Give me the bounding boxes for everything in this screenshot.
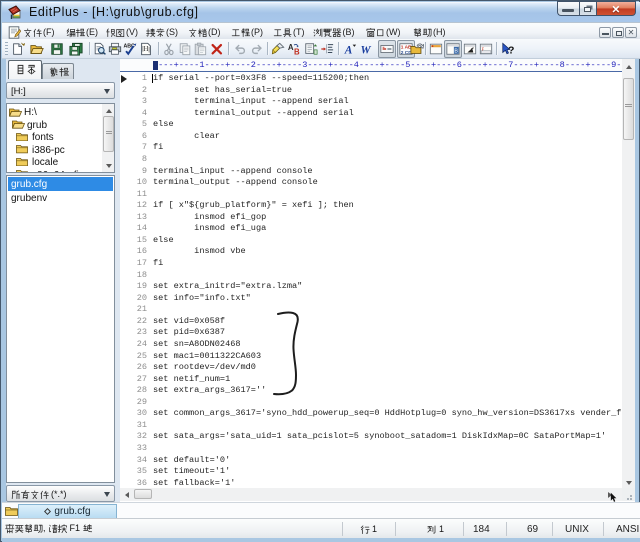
svg-text:B: B: [454, 49, 458, 55]
svg-text:B: B: [294, 47, 300, 56]
svg-text:H: H: [143, 45, 148, 53]
svg-text:A: A: [288, 43, 294, 52]
svg-text:?: ?: [508, 44, 514, 56]
svg-text:W: W: [360, 44, 371, 56]
svg-text:A: A: [344, 44, 353, 56]
